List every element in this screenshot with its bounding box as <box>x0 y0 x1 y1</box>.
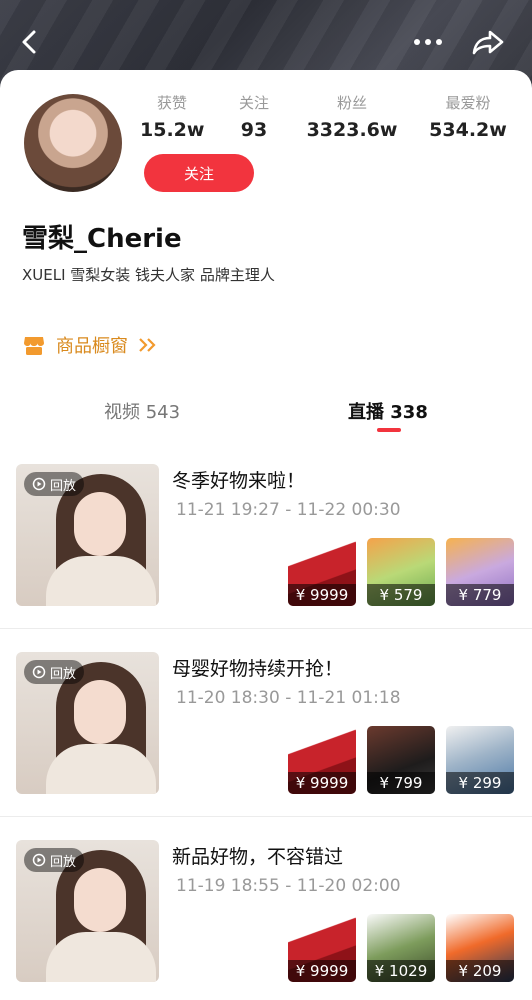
back-button[interactable] <box>10 22 50 62</box>
product-price: ¥ 1029 <box>367 960 435 982</box>
replay-badge: 回放 <box>24 660 85 684</box>
follow-button[interactable]: 关注 <box>144 154 254 192</box>
divider <box>0 628 532 629</box>
content-tabs: 视频 543 直播 338 <box>0 390 532 440</box>
product-price: ¥ 9999 <box>288 960 356 982</box>
stat-following[interactable]: 关注 93 <box>228 92 280 141</box>
profile-name: 雪梨_Cherie <box>22 224 182 254</box>
replay-badge: 回放 <box>24 472 85 496</box>
stream-time: 11-21 19:27 - 11-22 00:30 <box>176 500 401 520</box>
profile-bio: XUELI 雪梨女装 钱夫人家 品牌主理人 <box>22 266 275 284</box>
replay-label: 回放 <box>50 666 77 682</box>
product-thumbnail[interactable]: ¥ 9999 <box>288 914 356 982</box>
share-icon <box>472 30 504 55</box>
replay-icon <box>32 477 46 491</box>
stream-thumbnail[interactable]: 回放 <box>16 464 159 606</box>
more-icon <box>414 39 442 45</box>
stream-thumbnail[interactable]: 回放 <box>16 652 159 794</box>
stat-value: 15.2w <box>140 119 205 141</box>
stat-label: 粉丝 <box>336 94 367 112</box>
replay-icon <box>32 665 46 679</box>
product-price: ¥ 799 <box>367 772 435 794</box>
list-item[interactable]: 回放 母婴好物持续开抢！ 11-20 18:30 - 11-21 01:18 ¥… <box>0 652 532 840</box>
stream-title: 母婴好物持续开抢！ <box>172 658 344 680</box>
product-thumbnail[interactable]: ¥ 779 <box>446 538 514 606</box>
replay-badge: 回放 <box>24 848 85 872</box>
product-thumbnail[interactable]: ¥ 209 <box>446 914 514 982</box>
shop-icon <box>24 337 44 355</box>
product-thumbnail[interactable]: ¥ 1029 <box>367 914 435 982</box>
replay-label: 回放 <box>50 478 77 494</box>
stat-label: 获赞 <box>156 94 187 112</box>
product-thumbnail[interactable]: ¥ 299 <box>446 726 514 794</box>
profile-card: 获赞 15.2w 关注 93 粉丝 3323.6w 最爱粉 534.2w 关注 … <box>0 70 532 1000</box>
stream-time: 11-20 18:30 - 11-21 01:18 <box>176 688 401 708</box>
product-thumbnail[interactable]: ¥ 579 <box>367 538 435 606</box>
list-item[interactable]: 回放 新品好物，不容错过 11-19 18:55 - 11-20 02:00 ¥… <box>0 840 532 1000</box>
stat-label: 最爱粉 <box>445 94 491 112</box>
divider <box>0 816 532 817</box>
stream-thumbnail[interactable]: 回放 <box>16 840 159 982</box>
product-thumbnail[interactable]: ¥ 9999 <box>288 538 356 606</box>
product-price: ¥ 209 <box>446 960 514 982</box>
product-price: ¥ 9999 <box>288 584 356 606</box>
product-thumbnail[interactable]: ¥ 9999 <box>288 726 356 794</box>
product-thumbnail[interactable]: ¥ 799 <box>367 726 435 794</box>
stats-row: 获赞 15.2w 关注 93 粉丝 3323.6w 最爱粉 534.2w <box>140 92 520 142</box>
active-tab-indicator <box>377 428 401 432</box>
stream-time: 11-19 18:55 - 11-20 02:00 <box>176 876 401 896</box>
avatar[interactable] <box>24 94 122 192</box>
stat-value: 93 <box>240 119 268 141</box>
product-price: ¥ 9999 <box>288 772 356 794</box>
stat-top-fans[interactable]: 最爱粉 534.2w <box>428 92 508 141</box>
back-icon <box>22 30 36 54</box>
stat-value: 3323.6w <box>306 119 398 141</box>
stat-label: 关注 <box>238 94 269 112</box>
tab-live[interactable]: 直播 338 <box>348 398 428 424</box>
double-chevron-icon <box>139 338 156 352</box>
stat-value: 534.2w <box>429 119 507 141</box>
product-price: ¥ 299 <box>446 772 514 794</box>
replay-label: 回放 <box>50 854 77 870</box>
stream-title: 冬季好物来啦！ <box>172 470 306 492</box>
stat-fans[interactable]: 粉丝 3323.6w <box>304 92 400 141</box>
share-button[interactable] <box>468 22 508 62</box>
replay-icon <box>32 853 46 867</box>
more-button[interactable] <box>408 22 448 62</box>
list-item[interactable]: 回放 冬季好物来啦！ 11-21 19:27 - 11-22 00:30 ¥ 9… <box>0 464 532 652</box>
stat-likes[interactable]: 获赞 15.2w <box>140 92 204 141</box>
tab-videos[interactable]: 视频 543 <box>104 398 180 424</box>
stream-title: 新品好物，不容错过 <box>172 846 344 868</box>
product-price: ¥ 779 <box>446 584 514 606</box>
showcase-link[interactable]: 商品橱窗 <box>22 332 156 358</box>
product-price: ¥ 579 <box>367 584 435 606</box>
showcase-label: 商品橱窗 <box>56 336 128 357</box>
